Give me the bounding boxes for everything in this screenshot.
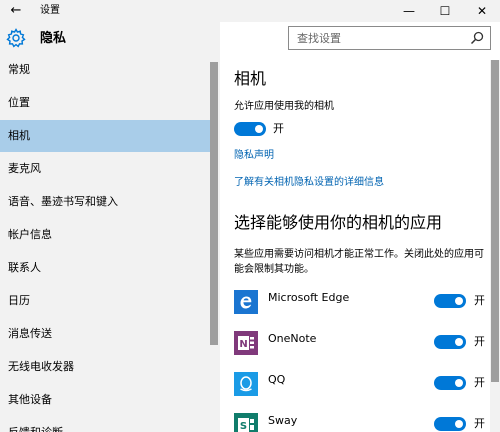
- app-row-edge: Microsoft Edge 开: [234, 290, 485, 320]
- app-toggle-label: 开: [474, 417, 485, 430]
- apps-section-description: 某些应用需要访问相机才能正常工作。关闭此处的应用可能会限制其功能。: [234, 249, 484, 275]
- sidebar-item-speech-inking-typing[interactable]: 语音、墨迹书写和键入: [0, 186, 210, 218]
- allow-camera-label: 允许应用使用我的相机: [234, 101, 334, 112]
- sidebar-item-microphone[interactable]: 麦克风: [0, 153, 210, 185]
- maximize-button[interactable]: ☐: [427, 0, 463, 22]
- app-row-onenote: N OneNote 开: [234, 331, 485, 361]
- app-name: Sway: [268, 414, 298, 427]
- search-box[interactable]: [288, 26, 491, 50]
- apps-section-title: 选择能够使用你的相机的应用: [234, 213, 443, 232]
- app-name: QQ: [268, 373, 286, 386]
- search-icon[interactable]: [470, 31, 484, 45]
- app-toggle-label: 开: [474, 376, 485, 389]
- toggle-knob: [455, 420, 463, 428]
- app-toggle-sway[interactable]: [434, 417, 466, 431]
- sidebar-item-contacts[interactable]: 联系人: [0, 252, 210, 284]
- main-scrollbar[interactable]: [490, 60, 500, 432]
- app-toggle-label: 开: [474, 294, 485, 307]
- onenote-icon: N: [234, 331, 258, 355]
- app-toggle-edge[interactable]: [434, 294, 466, 308]
- toggle-knob: [455, 338, 463, 346]
- svg-text:S: S: [240, 421, 247, 432]
- sidebar-item-location[interactable]: 位置: [0, 87, 210, 119]
- edge-icon: [234, 290, 258, 314]
- app-toggle-qq[interactable]: [434, 376, 466, 390]
- app-name: Microsoft Edge: [268, 291, 350, 304]
- close-button[interactable]: ✕: [464, 0, 500, 22]
- sidebar-item-calendar[interactable]: 日历: [0, 285, 210, 317]
- sidebar-scrollbar[interactable]: [210, 62, 218, 432]
- main-content: 相机 允许应用使用我的相机 开 隐私声明 了解有关相机隐私设置的详细信息 选择能…: [220, 60, 490, 432]
- main-scrollbar-thumb[interactable]: [491, 60, 499, 382]
- app-name: OneNote: [268, 332, 317, 345]
- window-title: 设置: [40, 5, 60, 16]
- allow-camera-toggle[interactable]: [234, 122, 266, 136]
- sidebar-scrollbar-thumb[interactable]: [210, 62, 218, 345]
- sidebar-title: 隐私: [40, 31, 67, 46]
- sidebar: 隐私 常规 位置 相机 麦克风 语音、墨迹书写和键入 帐户信息 联系人 日历 消…: [0, 22, 220, 432]
- toggle-knob: [455, 297, 463, 305]
- sidebar-item-radios[interactable]: 无线电收发器: [0, 351, 210, 383]
- toggle-knob: [255, 125, 263, 133]
- qq-icon: [234, 372, 258, 396]
- allow-camera-toggle-label: 开: [273, 122, 284, 135]
- page-title: 相机: [234, 69, 267, 88]
- app-row-sway: S Sway 开: [234, 413, 485, 432]
- sidebar-item-messaging[interactable]: 消息传送: [0, 318, 210, 350]
- svg-text:N: N: [239, 339, 247, 350]
- privacy-statement-link[interactable]: 隐私声明: [234, 149, 274, 163]
- learn-more-link[interactable]: 了解有关相机隐私设置的详细信息: [234, 176, 384, 190]
- toggle-knob: [455, 379, 463, 387]
- back-arrow-icon[interactable]: ←: [6, 2, 26, 20]
- search-input[interactable]: [289, 27, 465, 49]
- minimize-button[interactable]: —: [391, 0, 427, 22]
- sidebar-item-other-devices[interactable]: 其他设备: [0, 384, 210, 416]
- app-toggle-label: 开: [474, 335, 485, 348]
- sway-icon: S: [234, 413, 258, 432]
- title-bar: ← 设置 — ☐ ✕: [0, 0, 500, 22]
- sidebar-item-general[interactable]: 常规: [0, 54, 210, 86]
- app-toggle-onenote[interactable]: [434, 335, 466, 349]
- app-row-qq: QQ 开: [234, 372, 485, 402]
- sidebar-item-account-info[interactable]: 帐户信息: [0, 219, 210, 251]
- sidebar-item-camera[interactable]: 相机: [0, 120, 210, 152]
- gear-icon[interactable]: [6, 28, 26, 48]
- sidebar-item-feedback-diagnostics[interactable]: 反馈和诊断: [0, 417, 210, 432]
